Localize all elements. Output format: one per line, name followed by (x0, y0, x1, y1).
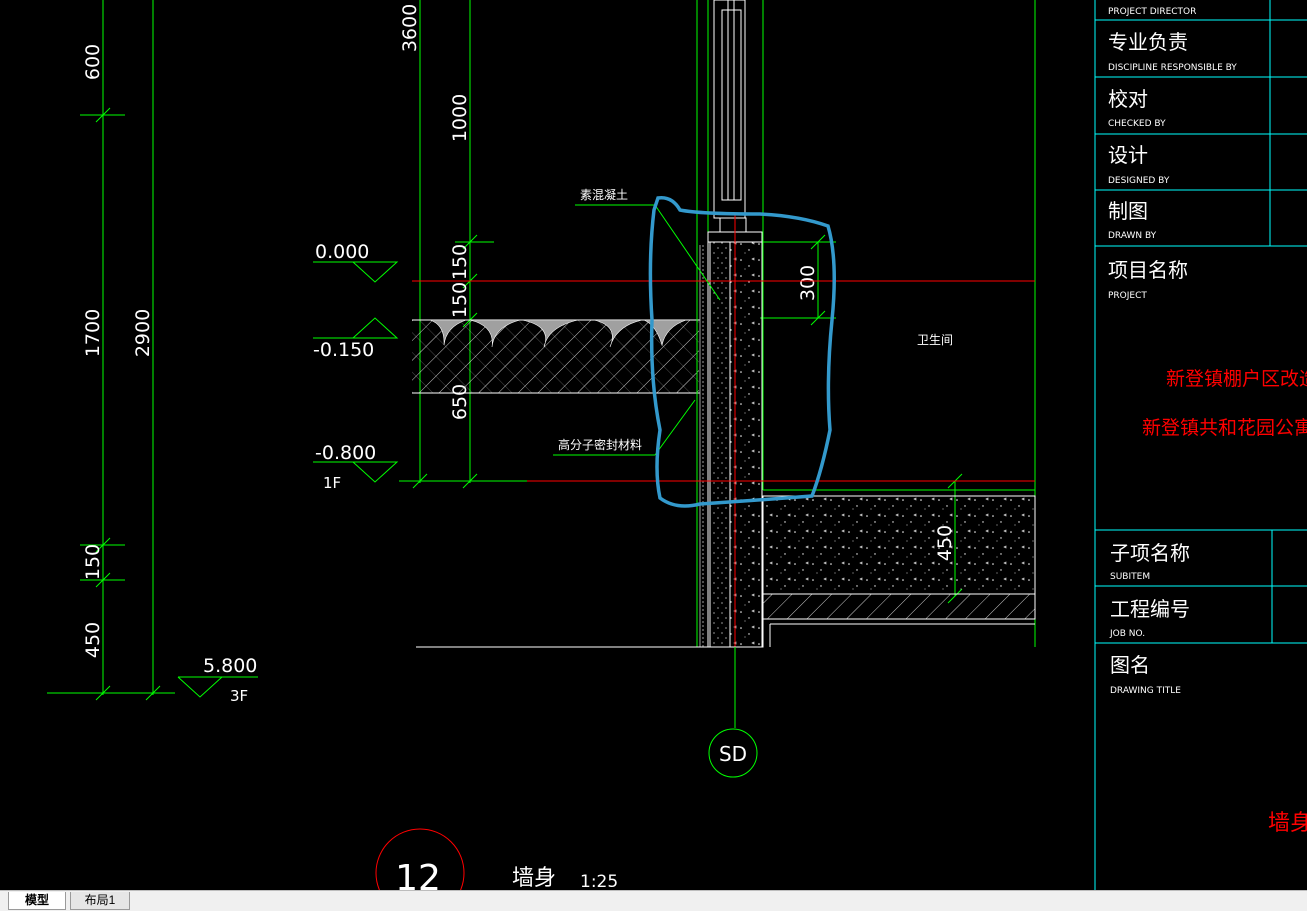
detail-title-text: 墙身 (512, 866, 556, 890)
row-drawn-en: DRAWN BY (1108, 231, 1157, 241)
dim-150-a: 150 (449, 244, 471, 280)
title-block-rows: PROJECT DIRECTOR 专业负责 DISCIPLINE RESPONS… (1108, 7, 1307, 836)
level-1f-text: 1F (323, 474, 341, 492)
row-drawn-cn: 制图 (1108, 199, 1148, 223)
dim-2900: 2900 (132, 309, 154, 357)
level-neg0800: -0.800 1F (313, 442, 399, 492)
tab-model[interactable]: 模型 (8, 892, 66, 910)
dim-1700: 1700 (82, 309, 104, 357)
mid-dim-texts: 3600 1000 150 150 650 300 450 (399, 4, 956, 561)
level-0000-text: 0.000 (315, 241, 369, 263)
job-no-en: JOB NO. (1109, 629, 1145, 639)
cad-drawing-svg: 600 1700 2900 150 450 5.800 3F 3600 1000… (47, 0, 1307, 911)
detail-title: 12 墙身 1:25 (375, 828, 618, 911)
level-5800: 5.800 3F (177, 655, 258, 705)
callout-sealant: 高分子密封材料 (558, 437, 642, 452)
drawing-title-value: 墙身 (1268, 811, 1307, 836)
subitem-cn: 子项名称 (1110, 541, 1190, 565)
level-neg0150-text: -0.150 (313, 339, 374, 361)
left-dim-texts: 600 1700 2900 150 450 (82, 44, 154, 658)
dim-150-left: 150 (82, 544, 104, 580)
drawing-title-en: DRAWING TITLE (1110, 686, 1181, 696)
row-project-en: PROJECT (1108, 291, 1147, 301)
axis-bubble-text: SD (719, 742, 747, 766)
ground-hatch (412, 319, 700, 394)
row-designed-en: DESIGNED BY (1108, 176, 1170, 186)
row-designed-cn: 设计 (1108, 143, 1148, 167)
title-block-frame (1094, 0, 1307, 890)
row-checked-cn: 校对 (1108, 87, 1148, 111)
dim-1000: 1000 (449, 94, 471, 142)
project-name-2: 新登镇共和花园公寓 (1142, 417, 1307, 439)
room-label: 卫生间 (917, 333, 953, 347)
project-name-1: 新登镇棚户区改造 (1166, 368, 1307, 390)
row-checked-en: CHECKED BY (1108, 119, 1166, 129)
row-project-cn: 项目名称 (1108, 258, 1188, 282)
dim-150-b: 150 (449, 282, 471, 318)
dim-3600: 3600 (399, 4, 421, 52)
level-5800-text: 5.800 (203, 655, 257, 677)
dim-300: 300 (797, 265, 819, 301)
detail-number: 12 (395, 858, 441, 890)
cad-drawing-canvas[interactable]: 600 1700 2900 150 450 5.800 3F 3600 1000… (0, 0, 1307, 911)
left-dimension-chain (47, 0, 175, 701)
dim-450-left: 450 (82, 622, 104, 658)
level-neg0150: -0.150 (313, 317, 399, 361)
row-discipline-cn: 专业负责 (1108, 30, 1188, 54)
tab-layout1[interactable]: 布局1 (70, 892, 130, 910)
detail-scale: 1:25 (580, 872, 618, 890)
level-neg0800-text: -0.800 (315, 442, 376, 464)
callout-concrete: 素混凝土 (580, 187, 628, 202)
level-3f-text: 3F (230, 687, 248, 705)
job-no-cn: 工程编号 (1110, 597, 1190, 621)
subitem-en: SUBITEM (1110, 572, 1150, 582)
row-project-director-en: PROJECT DIRECTOR (1108, 7, 1196, 17)
axis-bubble-sd: SD (708, 647, 758, 778)
drawing-title-cn: 图名 (1110, 653, 1150, 677)
dim-600: 600 (82, 44, 104, 80)
level-0000: 0.000 (313, 241, 399, 283)
layout-tab-bar: 模型 布局1 (0, 890, 1307, 911)
row-discipline-en: DISCIPLINE RESPONSIBLE BY (1108, 63, 1237, 73)
